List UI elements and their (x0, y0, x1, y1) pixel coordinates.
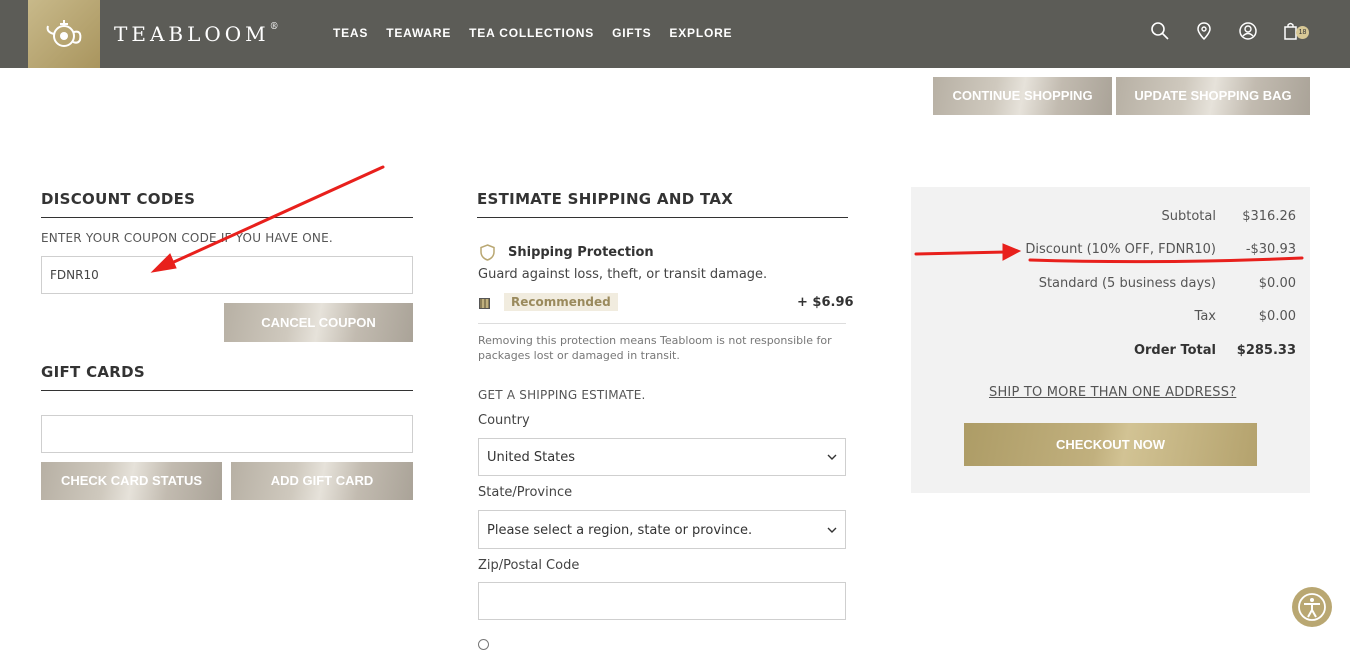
accessibility-icon (1298, 593, 1326, 621)
bag-count-badge: 18 (1296, 26, 1309, 39)
coupon-instruction: ENTER YOUR COUPON CODE IF YOU HAVE ONE. (41, 231, 333, 245)
order-total-row: Order Total $285.33 (1133, 343, 1296, 358)
order-summary: Subtotal $316.26 Discount (10% OFF, FDNR1… (911, 187, 1310, 493)
nav-explore[interactable]: EXPLORE (669, 26, 732, 40)
gift-cards-title: GIFT CARDS (41, 363, 146, 381)
main-nav: TEAS TEAWARE TEA COLLECTIONS GIFTS EXPLO… (333, 26, 732, 40)
shipping-estimate-label: GET A SHIPPING ESTIMATE. (478, 388, 646, 402)
chevron-down-icon (827, 527, 837, 533)
protection-note: Removing this protection means Teabloom … (478, 334, 832, 362)
accessibility-button[interactable] (1292, 587, 1332, 627)
coupon-code-input[interactable]: FDNR10 (41, 256, 413, 294)
checkout-now-button[interactable]: CHECKOUT NOW (964, 423, 1257, 466)
recommended-badge: Recommended (504, 293, 618, 311)
nav-tea-collections[interactable]: TEA COLLECTIONS (469, 26, 594, 40)
divider (41, 390, 413, 391)
shipping-protection-title: Shipping Protection (508, 245, 654, 260)
state-label: State/Province (478, 485, 573, 500)
protection-price: + $6.96 (797, 295, 854, 310)
chevron-down-icon (827, 454, 837, 460)
shipping-tax-title: ESTIMATE SHIPPING AND TAX (477, 190, 734, 208)
shopping-bag-icon[interactable]: 18 (1282, 21, 1309, 41)
discount-codes-title: DISCOUNT CODES (41, 190, 196, 208)
nav-teaware[interactable]: TEAWARE (386, 26, 451, 40)
zip-input[interactable] (478, 582, 846, 620)
teapot-logo-icon[interactable] (28, 0, 100, 68)
state-value: Please select a region, state or provinc… (487, 523, 753, 538)
country-value: United States (487, 450, 576, 465)
cancel-coupon-button[interactable]: CANCEL COUPON (224, 303, 413, 342)
divider (477, 217, 848, 218)
discount-row: Discount (10% OFF, FDNR10) -$30.93 (1025, 242, 1296, 257)
shipping-protection-desc: Guard against loss, theft, or transit da… (478, 267, 768, 282)
radio-button[interactable] (478, 639, 489, 650)
country-label: Country (478, 413, 530, 428)
nav-gifts[interactable]: GIFTS (612, 26, 651, 40)
search-icon[interactable] (1150, 21, 1170, 41)
nav-teas[interactable]: TEAS (333, 26, 368, 40)
coupon-code-value: FDNR10 (50, 268, 99, 282)
account-icon[interactable] (1238, 21, 1258, 41)
check-card-status-button[interactable]: CHECK CARD STATUS (41, 462, 222, 500)
protection-checkbox[interactable] (479, 298, 490, 309)
ship-multiple-addresses-link[interactable]: SHIP TO MORE THAN ONE ADDRESS? (989, 385, 1236, 400)
location-pin-icon[interactable] (1194, 21, 1214, 41)
divider (41, 217, 413, 218)
tax-row: Tax $0.00 (1194, 309, 1296, 324)
zip-label: Zip/Postal Code (478, 558, 580, 573)
add-gift-card-button[interactable]: ADD GIFT CARD (231, 462, 413, 500)
subtotal-row: Subtotal $316.26 (1161, 209, 1296, 224)
update-shopping-bag-button[interactable]: UPDATE SHOPPING BAG (1116, 77, 1310, 115)
shield-icon (480, 244, 495, 265)
header-icons: 18 (1150, 21, 1309, 41)
site-header: TEABLOOM® TEAS TEAWARE TEA COLLECTIONS G… (0, 0, 1350, 68)
gift-card-input[interactable] (41, 415, 413, 453)
state-select[interactable]: Please select a region, state or provinc… (478, 510, 846, 549)
country-select[interactable]: United States (478, 438, 846, 476)
divider (478, 323, 846, 324)
brand-name[interactable]: TEABLOOM® (114, 22, 279, 46)
shipping-row: Standard (5 business days) $0.00 (1038, 276, 1296, 291)
continue-shopping-button[interactable]: CONTINUE SHOPPING (933, 77, 1112, 115)
